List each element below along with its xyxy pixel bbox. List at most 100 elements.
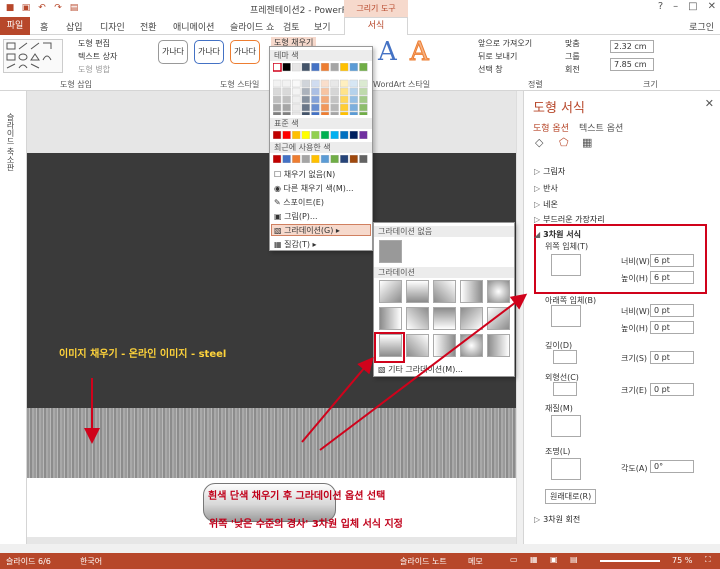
tab-file[interactable]: 파일 bbox=[0, 17, 30, 35]
standard-color-swatch[interactable] bbox=[330, 131, 339, 139]
close-icon[interactable]: ✕ bbox=[708, 1, 716, 12]
shapes-gallery[interactable] bbox=[3, 39, 63, 73]
tab-insert[interactable]: 삽입 bbox=[66, 20, 83, 33]
minimize-icon[interactable]: – bbox=[673, 1, 678, 12]
standard-color-swatch[interactable] bbox=[311, 131, 320, 139]
align-button[interactable]: 맞춤 bbox=[565, 38, 580, 49]
reset-button[interactable]: 원래대로(R) bbox=[545, 489, 597, 504]
section-reflection[interactable]: ▷ 반사 bbox=[534, 183, 558, 194]
theme-shade-swatch[interactable] bbox=[320, 79, 330, 88]
more-fill-colors-item[interactable]: ◉ 다른 채우기 색(M)... bbox=[274, 183, 354, 194]
standard-color-swatch[interactable] bbox=[339, 131, 349, 139]
theme-shade-swatch[interactable] bbox=[311, 103, 320, 112]
theme-shade-swatch[interactable] bbox=[291, 79, 301, 88]
theme-shade-swatch[interactable] bbox=[311, 95, 320, 104]
zoom-level[interactable]: 75 % bbox=[672, 556, 692, 565]
bottom-bevel-width-input[interactable]: 0 pt bbox=[650, 304, 694, 317]
tab-design[interactable]: 디자인 bbox=[100, 20, 125, 33]
gradient-swatch[interactable] bbox=[406, 307, 429, 330]
theme-shade-swatch[interactable] bbox=[273, 103, 282, 112]
theme-shade-swatch[interactable] bbox=[273, 79, 282, 88]
theme-color-swatch[interactable] bbox=[291, 63, 301, 72]
gradient-swatch[interactable] bbox=[460, 334, 483, 357]
theme-shade-swatch[interactable] bbox=[282, 79, 291, 88]
sign-in-link[interactable]: 로그인 bbox=[689, 20, 714, 33]
selection-pane-button[interactable]: 선택 창 bbox=[478, 64, 503, 75]
theme-shade-swatch[interactable] bbox=[311, 111, 320, 115]
sorter-view-icon[interactable]: ▦ bbox=[530, 555, 538, 564]
theme-shade-swatch[interactable] bbox=[291, 87, 301, 96]
theme-shade-swatch[interactable] bbox=[339, 95, 349, 104]
reading-view-icon[interactable]: ▣ bbox=[550, 555, 558, 564]
theme-color-swatch[interactable] bbox=[330, 63, 339, 72]
undo-icon[interactable]: ↶ bbox=[36, 2, 48, 14]
bottom-bevel-picker[interactable] bbox=[551, 305, 581, 327]
recent-color-swatch[interactable] bbox=[311, 155, 320, 163]
theme-shade-swatch[interactable] bbox=[282, 111, 291, 115]
fill-line-icon[interactable]: ◇ bbox=[535, 136, 543, 149]
section-3d-format[interactable]: ◢ 3차원 서식 bbox=[534, 229, 581, 240]
theme-shade-swatch[interactable] bbox=[359, 87, 368, 96]
contour-size-input[interactable]: 0 pt bbox=[650, 383, 694, 396]
tab-format[interactable]: 서식 bbox=[344, 17, 408, 35]
theme-shade-swatch[interactable] bbox=[301, 95, 311, 104]
theme-color-swatch[interactable] bbox=[349, 63, 359, 72]
fit-slide-icon[interactable]: ⛶ bbox=[705, 555, 711, 565]
theme-shade-swatch[interactable] bbox=[320, 103, 330, 112]
standard-color-swatch[interactable] bbox=[359, 131, 368, 139]
recent-color-swatch[interactable] bbox=[359, 155, 368, 163]
theme-color-swatch[interactable] bbox=[339, 63, 349, 72]
gradient-item[interactable]: ▧ 그라데이션(G) ▸ bbox=[274, 225, 340, 236]
shape-style-3[interactable]: 가나다 bbox=[230, 40, 260, 64]
language-indicator[interactable]: 한국어 bbox=[80, 556, 102, 567]
theme-shade-swatch[interactable] bbox=[349, 95, 359, 104]
start-slideshow-icon[interactable]: ▤ bbox=[68, 2, 80, 14]
shape-style-1[interactable]: 가나다 bbox=[158, 40, 188, 64]
merge-shapes-button[interactable]: 도형 병합 bbox=[78, 64, 110, 75]
recent-color-swatch[interactable] bbox=[330, 155, 339, 163]
theme-shade-swatch[interactable] bbox=[301, 111, 311, 115]
tab-home[interactable]: 홈 bbox=[40, 20, 48, 33]
theme-shade-swatch[interactable] bbox=[339, 79, 349, 88]
theme-shade-swatch[interactable] bbox=[330, 87, 339, 96]
zoom-slider[interactable] bbox=[600, 560, 660, 562]
vertical-scrollbar[interactable] bbox=[516, 91, 523, 544]
recent-color-swatch[interactable] bbox=[301, 155, 311, 163]
theme-shade-swatch[interactable] bbox=[349, 87, 359, 96]
top-bevel-picker[interactable] bbox=[551, 254, 581, 276]
theme-shade-swatch[interactable] bbox=[282, 87, 291, 96]
section-shadow[interactable]: ▷ 그림자 bbox=[534, 166, 565, 177]
theme-shade-swatch[interactable] bbox=[273, 111, 282, 115]
gradient-swatch[interactable] bbox=[433, 307, 456, 330]
gradient-swatch[interactable] bbox=[379, 280, 402, 303]
redo-icon[interactable]: ↷ bbox=[52, 2, 64, 14]
contour-color-picker[interactable] bbox=[553, 382, 577, 396]
theme-color-swatch[interactable] bbox=[359, 63, 368, 72]
gradient-swatch[interactable] bbox=[460, 280, 483, 303]
theme-shade-swatch[interactable] bbox=[291, 111, 301, 115]
tab-text-options[interactable]: 텍스트 옵션 bbox=[579, 121, 623, 134]
theme-shade-swatch[interactable] bbox=[291, 103, 301, 112]
bring-forward-button[interactable]: 앞으로 가져오기 bbox=[478, 38, 532, 49]
recent-color-swatch[interactable] bbox=[291, 155, 301, 163]
group-button[interactable]: 그룹 bbox=[565, 51, 580, 62]
theme-color-grid[interactable] bbox=[273, 63, 371, 115]
theme-shade-swatch[interactable] bbox=[339, 111, 349, 115]
theme-color-swatch[interactable] bbox=[282, 63, 291, 72]
tab-animations[interactable]: 애니메이션 bbox=[173, 20, 214, 33]
eyedropper-item[interactable]: ✎ 스포이트(E) bbox=[274, 197, 324, 208]
gradient-swatch[interactable] bbox=[487, 307, 510, 330]
rotate-button[interactable]: 회전 bbox=[565, 64, 580, 75]
tab-shape-options[interactable]: 도형 옵션 bbox=[533, 121, 569, 134]
tab-slideshow[interactable]: 슬라이드 쇼 bbox=[230, 20, 274, 33]
theme-color-swatch[interactable] bbox=[320, 63, 330, 72]
theme-shade-swatch[interactable] bbox=[311, 79, 320, 88]
save-icon[interactable]: ▣ bbox=[20, 2, 32, 14]
no-fill-item[interactable]: ☐ 채우기 없음(N) bbox=[274, 169, 335, 180]
standard-color-swatch[interactable] bbox=[291, 131, 301, 139]
gradient-swatch[interactable] bbox=[433, 280, 456, 303]
slideshow-view-icon[interactable]: ▤ bbox=[570, 555, 578, 564]
recent-color-swatch[interactable] bbox=[282, 155, 291, 163]
theme-shade-swatch[interactable] bbox=[359, 79, 368, 88]
section-glow[interactable]: ▷ 네온 bbox=[534, 199, 558, 210]
